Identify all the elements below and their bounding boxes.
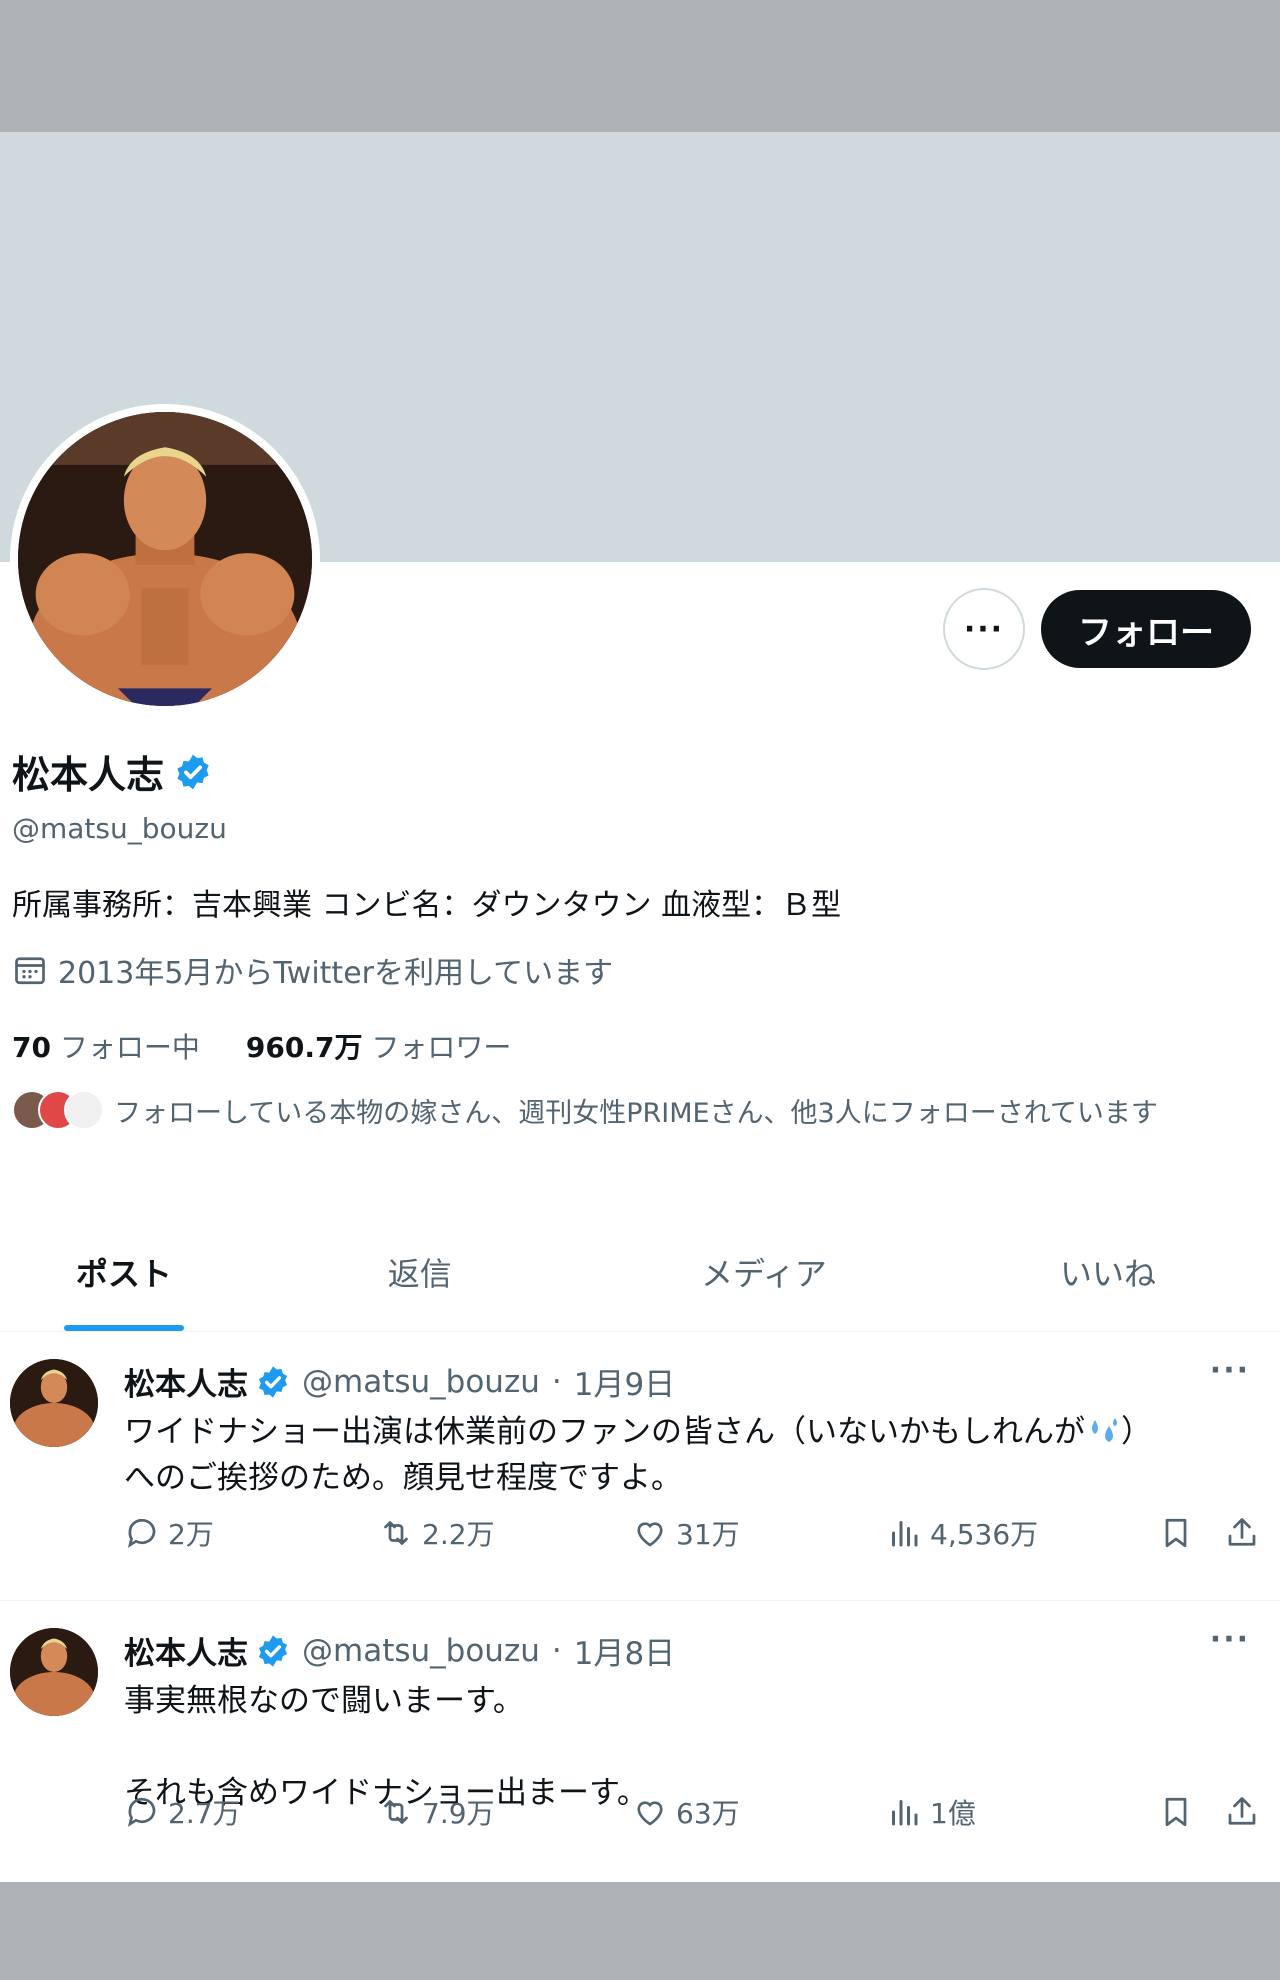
more-options-button[interactable]: ··· [943, 588, 1025, 670]
following-label: フォロー中 [59, 1031, 200, 1064]
repost-button[interactable]: 2.2万 [378, 1513, 632, 1553]
joined-text: 2013年5月からTwitterを利用しています [58, 956, 614, 991]
tweet-avatar[interactable] [10, 1628, 98, 1716]
reply-button[interactable]: 2.7万 [124, 1792, 378, 1832]
display-name: 松本人志 [12, 753, 165, 797]
following-link[interactable]: 70 フォロー中 [12, 1026, 200, 1066]
tab-replies[interactable]: 返信 [248, 1212, 592, 1331]
tweet-actions: 2万 2.2万 31万 4,536万 [124, 1513, 1260, 1553]
repost-count: 7.9万 [422, 1797, 495, 1830]
share-icon[interactable] [1224, 1794, 1260, 1830]
like-count: 31万 [676, 1518, 740, 1551]
profile-avatar[interactable] [10, 404, 320, 714]
followers-link[interactable]: 960.7万 フォロワー [246, 1026, 512, 1066]
tweet-avatar[interactable] [10, 1359, 98, 1447]
repost-icon [384, 1521, 408, 1545]
tweet-author-handle[interactable]: @matsu_bouzu [302, 1364, 540, 1400]
bookmark-icon[interactable] [1158, 1515, 1194, 1551]
tweet-avatar-image [10, 1628, 98, 1716]
repost-icon [384, 1800, 408, 1824]
profile-name-row: 松本人志 [12, 744, 212, 799]
tweet-date[interactable]: 1月9日 [574, 1359, 675, 1404]
tweet-header: 松本人志 @matsu_bouzu · 1月9日 [124, 1359, 675, 1404]
like-button[interactable]: 31万 [632, 1513, 886, 1553]
views-button[interactable]: 4,536万 [886, 1513, 1140, 1553]
views-icon [892, 1800, 918, 1826]
followed-by-text: フォローしている本物の嫁さん、週刊女性PRIMEさん、他3人にフォローされていま… [114, 1097, 1158, 1129]
reply-icon [127, 1518, 156, 1548]
profile-tabs: ポスト 返信 メディア いいね [0, 1212, 1280, 1332]
views-count: 1億 [930, 1797, 976, 1830]
followers-count: 960.7万 [245, 1031, 363, 1064]
tweet[interactable]: 松本人志 @matsu_bouzu · 1月9日 ··· ワイドナショー出演は休… [0, 1333, 1280, 1601]
follower-avatar [64, 1090, 104, 1130]
tweet-text-part: ワイドナショー出演は休業前のファンの皆さん（いないかもしれんが [124, 1414, 1085, 1450]
tweet-actions: 2.7万 7.9万 63万 1億 [124, 1792, 1260, 1832]
avatar-figure-image [18, 412, 312, 706]
views-button[interactable]: 1億 [886, 1792, 1140, 1832]
joined-date: 2013年5月からTwitterを利用しています [12, 948, 613, 992]
profile-bio: 所属事務所：吉本興業 コンビ名：ダウンタウン 血液型：Ｂ型 [12, 888, 842, 923]
follow-stats: 70 フォロー中 960.7万 フォロワー [12, 1026, 511, 1066]
avatar-image [18, 412, 312, 706]
bookmark-icon[interactable] [1158, 1794, 1194, 1830]
like-icon [637, 1801, 663, 1826]
tweet-separator: · [551, 1632, 562, 1669]
profile-page: ··· フォロー 松本人志 @matsu_bouzu 所属事務所：吉本興業 コン… [0, 132, 1280, 1882]
tweet-author-name[interactable]: 松本人志 [124, 1628, 248, 1673]
followers-label: フォロワー [371, 1031, 512, 1064]
views-icon [892, 1521, 918, 1547]
tweet-header: 松本人志 @matsu_bouzu · 1月8日 [124, 1628, 675, 1673]
tab-likes[interactable]: いいね [936, 1212, 1280, 1331]
calendar-icon [15, 957, 45, 985]
tab-media[interactable]: メディア [592, 1212, 936, 1331]
verified-badge-icon [258, 1634, 288, 1667]
reply-icon [127, 1797, 156, 1827]
share-icon[interactable] [1224, 1515, 1260, 1551]
more-icon: ··· [963, 611, 1005, 647]
tweet-actions-right [1158, 1794, 1260, 1830]
tweet-more-button[interactable]: ··· [1210, 1622, 1250, 1657]
tweet-author-handle[interactable]: @matsu_bouzu [302, 1633, 540, 1669]
profile-handle: @matsu_bouzu [12, 812, 227, 845]
following-count: 70 [12, 1031, 51, 1064]
like-button[interactable]: 63万 [632, 1792, 886, 1832]
tweet-text: ワイドナショー出演は休業前のファンの皆さん（いないかもしれんが） へのご挨拶のた… [124, 1409, 1244, 1501]
tweet-separator: · [551, 1363, 562, 1400]
views-count: 4,536万 [930, 1518, 1039, 1551]
reply-count: 2万 [168, 1518, 214, 1551]
like-icon [637, 1522, 663, 1547]
tweet-avatar-image [10, 1359, 98, 1447]
repost-button[interactable]: 7.9万 [378, 1792, 632, 1832]
tab-posts[interactable]: ポスト [0, 1212, 248, 1331]
repost-count: 2.2万 [422, 1518, 495, 1551]
tweet-more-button[interactable]: ··· [1210, 1353, 1250, 1388]
sweat-droplets-emoji [1092, 1418, 1117, 1442]
tweet-actions-right [1158, 1515, 1260, 1551]
tweet-date[interactable]: 1月8日 [574, 1628, 675, 1673]
tweet[interactable]: 松本人志 @matsu_bouzu · 1月8日 ··· 事実無根なので闘いまー… [0, 1602, 1280, 1882]
verified-badge-icon[interactable] [174, 753, 212, 791]
follow-button[interactable]: フォロー [1041, 590, 1251, 668]
like-count: 63万 [676, 1797, 740, 1830]
verified-badge-icon [258, 1365, 288, 1398]
follower-avatars [12, 1090, 104, 1130]
reply-count: 2.7万 [168, 1797, 241, 1830]
reply-button[interactable]: 2万 [124, 1513, 378, 1553]
followed-by-row[interactable]: フォローしている本物の嫁さん、週刊女性PRIMEさん、他3人にフォローされていま… [12, 1090, 1158, 1130]
tweet-author-name[interactable]: 松本人志 [124, 1359, 248, 1404]
